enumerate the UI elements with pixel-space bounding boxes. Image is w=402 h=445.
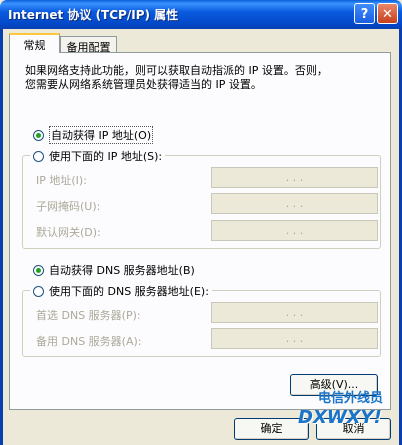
preferred-dns-label: 首选 DNS 服务器(P): [36,309,141,322]
description-line: 如果网络支持此功能，则可以获取自动指派的 IP 设置。否则， [25,64,328,77]
advanced-button[interactable]: 高级(V)... [290,374,378,396]
window-frame-left [0,29,3,445]
subnet-mask-field: . . . [211,193,378,214]
description: 如果网络支持此功能，则可以获取自动指派的 IP 设置。否则， 您需要从网络系统管… [25,64,375,92]
preferred-dns-value: . . . [285,306,304,319]
preferred-dns-field: . . . [211,302,378,323]
radio-checked-icon [33,129,44,141]
radio-unchecked-icon [33,285,44,297]
help-icon: ? [360,7,369,22]
default-gateway-value: . . . [285,224,304,237]
ok-button[interactable]: 确定 [234,418,309,440]
alternate-dns-label: 备用 DNS 服务器(A): [36,335,142,348]
help-button[interactable]: ? [354,3,375,24]
window-title: Internet 协议 (TCP/IP) 属性 [8,8,179,22]
ip-address-field: . . . [211,167,378,188]
cancel-button[interactable]: 取消 [316,418,391,440]
default-gateway-field: . . . [211,220,378,241]
manual-ip-label: 使用下面的 IP 地址(S): [49,150,163,163]
auto-ip-label: 自动获得 IP 地址(O) [49,126,154,144]
ip-address-value: . . . [285,171,304,184]
auto-dns-radio[interactable]: 自动获得 DNS 服务器地址(B) [33,262,195,278]
manual-dns-label: 使用下面的 DNS 服务器地址(E): [49,285,209,298]
auto-ip-radio[interactable]: 自动获得 IP 地址(O) [33,126,154,144]
default-gateway-label: 默认网关(D): [36,226,101,239]
tab-general-label: 常规 [23,39,46,52]
tab-general[interactable]: 常规 [9,33,60,53]
radio-checked-icon [33,264,44,276]
description-line: 您需要从网络系统管理员处获得适当的 IP 设置。 [25,78,262,91]
manual-ip-radio[interactable]: 使用下面的 IP 地址(S): [30,148,166,164]
subnet-mask-label: 子网掩码(U): [36,200,101,213]
radio-unchecked-icon [33,150,44,162]
manual-dns-radio[interactable]: 使用下面的 DNS 服务器地址(E): [30,283,212,299]
ip-address-label: IP 地址(I): [36,174,87,187]
close-button[interactable]: ✕ [377,3,398,24]
alternate-dns-value: . . . [285,332,304,345]
auto-dns-label: 自动获得 DNS 服务器地址(B) [49,264,195,277]
subnet-mask-value: . . . [285,197,304,210]
tab-alternate-configuration[interactable]: 备用配置 [60,36,117,54]
title-bar[interactable]: Internet 协议 (TCP/IP) 属性 ? ✕ [0,0,402,29]
close-icon: ✕ [382,7,393,22]
alternate-dns-field: . . . [211,328,378,349]
